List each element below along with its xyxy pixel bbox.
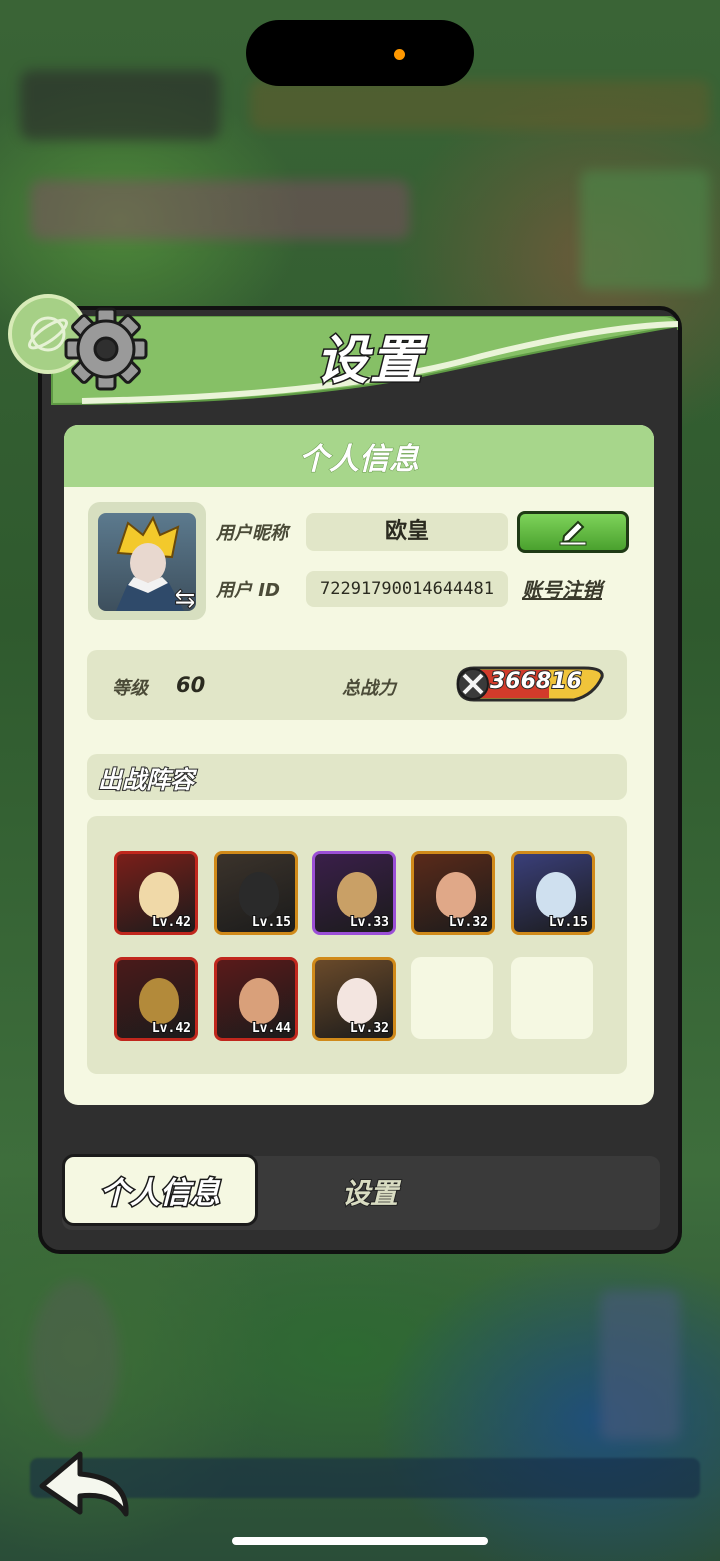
back-arrow-icon[interactable] [36,1448,136,1524]
hero-level: Lv.32 [448,914,489,931]
hero-face [436,872,476,918]
power-value: 366816 [489,668,583,695]
account-deletion-link[interactable]: 账号注销 [522,574,602,603]
hero-face [536,872,576,918]
pencil-icon [559,520,587,546]
nickname-field: 欧皇 [306,513,508,551]
hero-level: Lv.42 [151,914,192,931]
hero-portrait[interactable]: Lv.44 [214,957,298,1041]
hero-portrait[interactable]: Lv.15 [214,851,298,935]
hero-level: Lv.42 [151,1020,192,1037]
panel-title: 设置 [314,330,424,393]
lineup-title: 出战阵容 [97,765,195,795]
card-header: 个人信息 [64,425,654,487]
tab-settings[interactable]: 设置 [300,1160,440,1224]
nickname-label: 用户昵称 [216,523,288,544]
privacy-indicator [394,49,405,60]
hero-level: Lv.33 [349,914,390,931]
hero-face [337,872,377,918]
hero-face [337,978,377,1024]
hero-portrait[interactable]: Lv.42 [114,851,198,935]
hero-face [239,872,279,918]
tab-label: 设置 [341,1176,399,1211]
tab-personal-info[interactable]: 个人信息 [62,1154,258,1226]
hero-portrait[interactable]: Lv.32 [312,957,396,1041]
edit-nickname-button[interactable] [517,511,629,553]
hero-portrait[interactable]: Lv.15 [511,851,595,935]
home-indicator[interactable] [232,1537,488,1545]
level-value: 60 [176,673,206,697]
level-label: 等级 [112,678,148,699]
hero-portrait[interactable]: Lv.42 [114,957,198,1041]
card-title: 个人信息 [299,442,420,478]
empty-hero-slot[interactable] [511,957,593,1039]
hero-level: Lv.15 [251,914,292,931]
user-id-field: 72291790014644481 [306,571,508,607]
camera-notch [246,20,474,86]
hero-portrait[interactable]: Lv.32 [411,851,495,935]
hero-portrait[interactable]: Lv.33 [312,851,396,935]
power-label: 总战力 [342,678,396,699]
tab-label: 个人信息 [99,1175,222,1213]
hero-level: Lv.32 [349,1020,390,1037]
gear-icon [64,307,148,391]
hero-level: Lv.15 [548,914,589,931]
empty-hero-slot[interactable] [411,957,493,1039]
user-id-label: 用户 ID [216,580,280,601]
hero-face [239,978,279,1024]
hero-level: Lv.44 [251,1020,292,1037]
hero-face [139,978,179,1024]
swap-avatar-icon[interactable]: ⇆ [174,584,197,615]
hero-face [139,872,179,918]
